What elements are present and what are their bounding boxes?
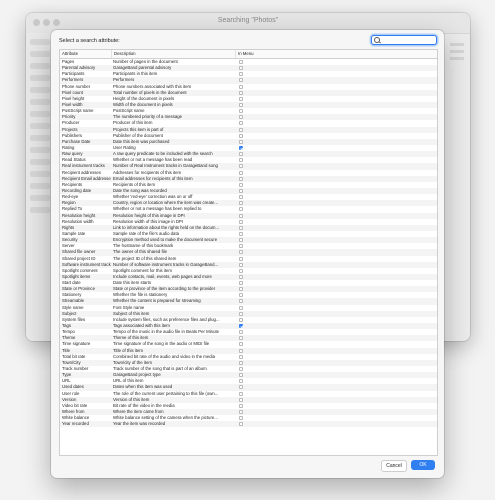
in-menu-checkbox[interactable] xyxy=(239,262,243,267)
in-menu-checkbox[interactable] xyxy=(239,360,243,365)
in-menu-checkbox[interactable] xyxy=(239,188,243,193)
in-menu-checkbox[interactable] xyxy=(239,422,243,427)
search-input[interactable] xyxy=(381,36,433,44)
in-menu-checkbox[interactable] xyxy=(239,287,243,292)
in-menu-checkbox[interactable] xyxy=(239,379,243,384)
in-menu-checkbox[interactable] xyxy=(239,293,243,298)
in-menu-checkbox[interactable] xyxy=(239,250,243,255)
in-menu-checkbox[interactable] xyxy=(239,373,243,378)
in-menu-checkbox[interactable] xyxy=(239,336,243,341)
in-menu-checkbox[interactable] xyxy=(239,152,243,157)
table-body: Pages Number of pages in the document Pare… xyxy=(60,59,437,428)
in-menu-checkbox[interactable] xyxy=(239,274,243,279)
in-menu-checkbox[interactable] xyxy=(239,96,243,101)
in-menu-checkbox[interactable] xyxy=(239,354,243,359)
in-menu-checkbox[interactable] xyxy=(239,109,243,114)
in-menu-checkbox[interactable] xyxy=(239,231,243,236)
in-menu-checkbox[interactable] xyxy=(239,207,243,212)
dialog-prompt: Select a search attribute: xyxy=(59,38,120,44)
in-menu-checkbox[interactable] xyxy=(239,133,243,138)
in-menu-checkbox[interactable] xyxy=(239,244,243,249)
ok-button[interactable]: OK xyxy=(411,460,435,470)
in-menu-checkbox[interactable] xyxy=(239,164,243,169)
in-menu-checkbox[interactable] xyxy=(239,213,243,218)
in-menu-checkbox[interactable] xyxy=(239,170,243,175)
attribute-description: Year the item was recorded xyxy=(113,421,166,427)
in-menu-checkbox[interactable] xyxy=(239,102,243,107)
in-menu-checkbox[interactable] xyxy=(239,268,243,273)
column-header-attribute[interactable]: Attribute xyxy=(60,50,111,58)
table-header: Attribute Description In Menu xyxy=(60,50,437,59)
in-menu-checkbox[interactable] xyxy=(239,311,243,316)
in-menu-checkbox[interactable] xyxy=(239,317,243,322)
in-menu-checkbox[interactable] xyxy=(239,115,243,120)
in-menu-checkbox[interactable] xyxy=(239,84,243,89)
cancel-button[interactable]: Cancel xyxy=(381,460,407,472)
in-menu-checkbox[interactable] xyxy=(239,348,243,353)
in-menu-checkbox[interactable] xyxy=(239,72,243,77)
table-row[interactable]: Year recorded Year the item was recorded xyxy=(60,421,437,428)
in-menu-checkbox[interactable] xyxy=(239,127,243,132)
search-icon xyxy=(374,37,380,43)
in-menu-checkbox[interactable] xyxy=(239,121,243,126)
in-menu-checkbox[interactable] xyxy=(239,238,243,243)
in-menu-checkbox[interactable] xyxy=(239,403,243,408)
window-title: Searching "Photos" xyxy=(217,17,279,24)
in-menu-checkbox[interactable] xyxy=(239,391,243,396)
in-menu-checkbox[interactable] xyxy=(239,367,243,372)
in-menu-checkbox[interactable] xyxy=(239,219,243,224)
in-menu-checkbox[interactable] xyxy=(239,410,243,415)
in-menu-checkbox[interactable] xyxy=(239,342,243,347)
background-right-controls xyxy=(450,43,464,64)
attribute-name: Year recorded xyxy=(62,421,89,427)
in-menu-checkbox[interactable] xyxy=(239,195,243,200)
in-menu-checkbox[interactable] xyxy=(239,78,243,83)
in-menu-checkbox[interactable] xyxy=(239,60,243,64)
column-header-description[interactable]: Description xyxy=(111,50,235,58)
in-menu-checkbox[interactable] xyxy=(239,66,243,71)
in-menu-cell xyxy=(235,421,270,427)
in-menu-checkbox[interactable] xyxy=(239,139,243,144)
in-menu-checkbox[interactable] xyxy=(239,416,243,421)
search-attribute-dialog: Select a search attribute: Attribute Des… xyxy=(51,30,444,478)
in-menu-checkbox[interactable] xyxy=(239,90,243,95)
in-menu-checkbox[interactable] xyxy=(239,385,243,390)
search-field[interactable] xyxy=(371,35,437,45)
in-menu-checkbox[interactable] xyxy=(239,324,243,329)
in-menu-checkbox[interactable] xyxy=(239,158,243,163)
column-header-in-menu[interactable]: In Menu xyxy=(235,50,270,58)
in-menu-checkbox[interactable] xyxy=(239,176,243,181)
in-menu-checkbox[interactable] xyxy=(239,305,243,310)
in-menu-checkbox[interactable] xyxy=(239,281,243,286)
in-menu-checkbox[interactable] xyxy=(239,225,243,230)
in-menu-checkbox[interactable] xyxy=(239,256,243,261)
in-menu-checkbox[interactable] xyxy=(239,397,243,402)
in-menu-checkbox[interactable] xyxy=(239,201,243,206)
in-menu-checkbox[interactable] xyxy=(239,182,243,187)
in-menu-checkbox[interactable] xyxy=(239,145,243,150)
in-menu-checkbox[interactable] xyxy=(239,330,243,335)
in-menu-checkbox[interactable] xyxy=(239,299,243,304)
attribute-table: Attribute Description In Menu Pages Numbe… xyxy=(59,49,438,456)
